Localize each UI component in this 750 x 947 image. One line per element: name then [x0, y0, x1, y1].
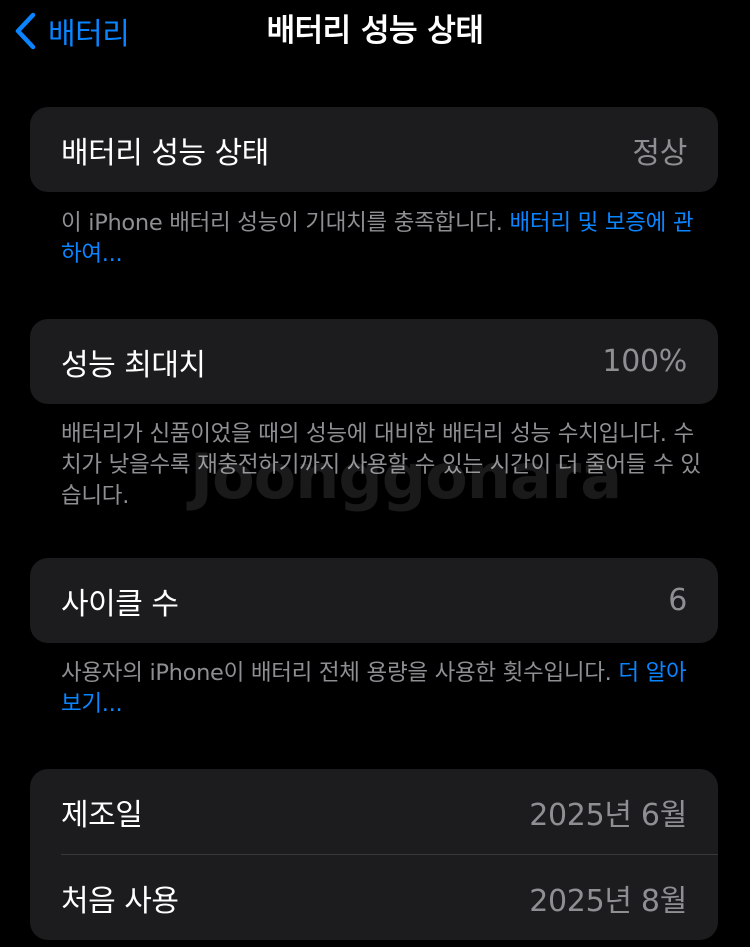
battery-health-footer: 이 iPhone 배터리 성능이 기대치를 충족합니다. 배터리 및 보증에 관…: [61, 208, 701, 270]
first-use-label: 처음 사용: [61, 883, 179, 919]
cycle-count-footer-text: 사용자의 iPhone이 배터리 전체 용량을 사용한 횟수입니다.: [61, 660, 619, 686]
peak-capacity-footer-text: 배터리가 신품이었을 때의 성능에 대비한 배터리 성능 수치입니다. 수치가 …: [61, 421, 701, 509]
cycle-count-value: 6: [668, 583, 687, 618]
battery-health-value: 정상: [632, 135, 687, 171]
cycle-count-footer: 사용자의 iPhone이 배터리 전체 용량을 사용한 횟수입니다. 더 알아보…: [61, 658, 701, 720]
peak-capacity-footer: 배터리가 신품이었을 때의 성능에 대비한 배터리 성능 수치입니다. 수치가 …: [61, 419, 701, 512]
manufacture-date-row: 제조일 2025년 6월: [30, 769, 718, 854]
manufacture-date-label: 제조일: [61, 797, 143, 833]
peak-capacity-label: 성능 최대치: [61, 347, 206, 383]
cycle-count-group: 사이클 수 6: [30, 558, 718, 643]
cycle-count-row: 사이클 수 6: [30, 558, 718, 643]
battery-health-row: 배터리 성능 상태 정상: [30, 107, 718, 192]
battery-health-footer-text: 이 iPhone 배터리 성능이 기대치를 충족합니다.: [61, 210, 510, 236]
cycle-count-label: 사이클 수: [61, 586, 179, 622]
first-use-value: 2025년 8월: [529, 883, 687, 919]
dates-group: 제조일 2025년 6월 처음 사용 2025년 8월: [30, 769, 718, 940]
battery-health-label: 배터리 성능 상태: [61, 135, 269, 171]
battery-health-group: 배터리 성능 상태 정상: [30, 107, 718, 192]
manufacture-date-value: 2025년 6월: [529, 797, 687, 833]
first-use-row: 처음 사용 2025년 8월: [30, 855, 718, 940]
peak-capacity-value: 100%: [602, 344, 687, 379]
page-title: 배터리 성능 상태: [266, 13, 484, 49]
peak-capacity-row: 성능 최대치 100%: [30, 319, 718, 404]
navigation-bar: 배터리 배터리 성능 상태: [0, 0, 750, 64]
peak-capacity-group: 성능 최대치 100%: [30, 319, 718, 404]
